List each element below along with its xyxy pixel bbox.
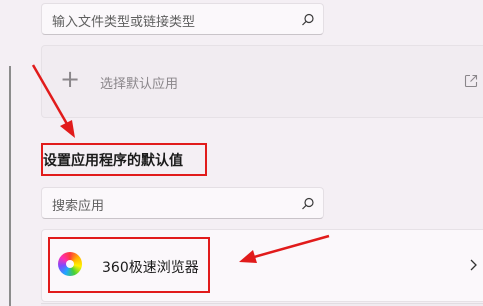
file-type-search-placeholder: 输入文件类型或链接类型 bbox=[52, 15, 196, 30]
choose-default-app-card[interactable]: + 选择默认应用 bbox=[41, 45, 483, 118]
choose-default-app-label: 选择默认应用 bbox=[100, 77, 179, 92]
navigation-rail-divider bbox=[9, 66, 11, 306]
section-title-annotation-box bbox=[41, 143, 207, 176]
plus-icon: + bbox=[60, 65, 81, 93]
file-type-search-input[interactable]: 输入文件类型或链接类型 bbox=[41, 3, 324, 35]
app-search-input[interactable]: 搜索应用 bbox=[41, 187, 324, 219]
app-annotation-box bbox=[48, 237, 210, 293]
app-search-placeholder: 搜索应用 bbox=[52, 199, 105, 214]
search-icon[interactable] bbox=[301, 13, 315, 27]
search-icon[interactable] bbox=[301, 197, 315, 211]
chevron-right-icon[interactable] bbox=[468, 258, 478, 272]
open-external-icon[interactable] bbox=[464, 74, 478, 88]
settings-page: 输入文件类型或链接类型 + 选择默认应用 设置应用程序的默认值 搜索应用 360… bbox=[0, 0, 483, 306]
